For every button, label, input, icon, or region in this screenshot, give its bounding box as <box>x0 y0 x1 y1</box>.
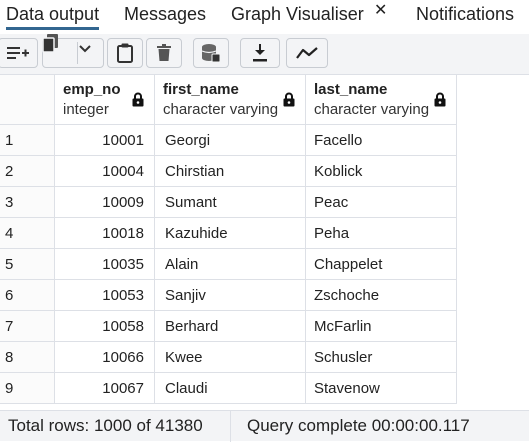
column-type: character varying <box>314 101 430 118</box>
table-row[interactable]: 1 10001 Georgi Facello <box>0 125 457 156</box>
column-type: integer <box>63 101 109 118</box>
cell-emp-no[interactable]: 10001 <box>55 125 155 156</box>
copy-options-dropdown[interactable] <box>78 39 104 67</box>
cell-emp-no[interactable]: 10067 <box>55 373 155 404</box>
save-data-icon <box>201 44 221 63</box>
cell-first-name[interactable]: Sumant <box>155 187 306 218</box>
column-name: first_name <box>163 81 239 98</box>
status-bar: Total rows: 1000 of 41380 Query complete… <box>0 410 529 442</box>
cell-emp-no[interactable]: 10035 <box>55 249 155 280</box>
download-button[interactable] <box>240 38 280 68</box>
divider <box>230 411 231 442</box>
row-number: 2 <box>0 156 55 187</box>
row-number: 7 <box>0 311 55 342</box>
cell-last-name[interactable]: Peac <box>306 187 457 218</box>
row-number: 3 <box>0 187 55 218</box>
cell-emp-no[interactable]: 10058 <box>55 311 155 342</box>
lock-icon <box>283 92 295 107</box>
cell-first-name[interactable]: Claudi <box>155 373 306 404</box>
cell-emp-no[interactable]: 10018 <box>55 218 155 249</box>
add-row-icon <box>7 47 29 59</box>
close-icon[interactable]: ✕ <box>374 0 387 20</box>
cell-first-name[interactable]: Sanjiv <box>155 280 306 311</box>
cell-emp-no[interactable]: 10009 <box>55 187 155 218</box>
column-header-emp-no[interactable]: emp_no integer <box>55 75 155 125</box>
cell-last-name[interactable]: Stavenow <box>306 373 457 404</box>
row-number: 1 <box>0 125 55 156</box>
table-row[interactable]: 3 10009 Sumant Peac <box>0 187 457 218</box>
row-number: 4 <box>0 218 55 249</box>
download-icon <box>253 44 267 62</box>
data-grid: emp_no integer first_name character vary… <box>0 75 529 410</box>
cell-first-name[interactable]: Berhard <box>155 311 306 342</box>
tab-graph-visualiser[interactable]: Graph Visualiser <box>231 2 364 30</box>
cell-last-name[interactable]: Zschoche <box>306 280 457 311</box>
copy-button[interactable] <box>42 34 77 67</box>
paste-button[interactable] <box>107 38 143 68</box>
copy-icon <box>42 34 58 53</box>
query-status-text: Query complete 00:00:00.117 <box>247 416 470 435</box>
table-row[interactable]: 4 10018 Kazuhide Peha <box>0 218 457 249</box>
row-number: 6 <box>0 280 55 311</box>
row-number: 5 <box>0 249 55 280</box>
graph-button[interactable] <box>286 38 328 68</box>
column-name: last_name <box>314 81 388 98</box>
column-type: character varying <box>163 101 279 118</box>
cell-first-name[interactable]: Kazuhide <box>155 218 306 249</box>
cell-last-name[interactable]: Peha <box>306 218 457 249</box>
tab-notifications[interactable]: Notifications <box>416 2 514 30</box>
paste-icon <box>117 43 133 63</box>
table-row[interactable]: 5 10035 Alain Chappelet <box>0 249 457 280</box>
tab-data-output[interactable]: Data output <box>6 2 100 30</box>
save-data-button[interactable] <box>193 38 229 68</box>
delete-icon <box>157 44 171 61</box>
row-number-header <box>0 75 55 125</box>
row-number: 8 <box>0 342 55 373</box>
cell-emp-no[interactable]: 10053 <box>55 280 155 311</box>
cell-last-name[interactable]: McFarlin <box>306 311 457 342</box>
column-header-first-name[interactable]: first_name character varying <box>155 75 306 125</box>
cell-first-name[interactable]: Alain <box>155 249 306 280</box>
cell-emp-no[interactable]: 10004 <box>55 156 155 187</box>
table-row[interactable]: 6 10053 Sanjiv Zschoche <box>0 280 457 311</box>
table-row[interactable]: 9 10067 Claudi Stavenow <box>0 373 457 404</box>
add-row-button[interactable] <box>0 38 38 68</box>
table-row[interactable]: 8 10066 Kwee Schusler <box>0 342 457 373</box>
cell-first-name[interactable]: Chirstian <box>155 156 306 187</box>
row-number: 9 <box>0 373 55 404</box>
cell-last-name[interactable]: Koblick <box>306 156 457 187</box>
total-rows-text: Total rows: 1000 of 41380 <box>8 416 203 435</box>
lock-icon <box>132 92 144 107</box>
lock-icon <box>434 92 446 107</box>
graph-icon <box>296 47 318 59</box>
chevron-down-icon <box>79 45 91 53</box>
cell-last-name[interactable]: Chappelet <box>306 249 457 280</box>
cell-first-name[interactable]: Kwee <box>155 342 306 373</box>
result-toolbar <box>0 34 529 75</box>
tab-messages[interactable]: Messages <box>124 2 206 30</box>
result-tabs: Data output Messages Graph Visualiser ✕ … <box>0 0 529 34</box>
delete-button[interactable] <box>146 38 182 68</box>
cell-first-name[interactable]: Georgi <box>155 125 306 156</box>
column-header-last-name[interactable]: last_name character varying <box>306 75 457 125</box>
table-row[interactable]: 2 10004 Chirstian Koblick <box>0 156 457 187</box>
column-name: emp_no <box>63 81 121 98</box>
cell-last-name[interactable]: Schusler <box>306 342 457 373</box>
table-row[interactable]: 7 10058 Berhard McFarlin <box>0 311 457 342</box>
copy-button-group <box>42 34 104 68</box>
cell-last-name[interactable]: Facello <box>306 125 457 156</box>
cell-emp-no[interactable]: 10066 <box>55 342 155 373</box>
